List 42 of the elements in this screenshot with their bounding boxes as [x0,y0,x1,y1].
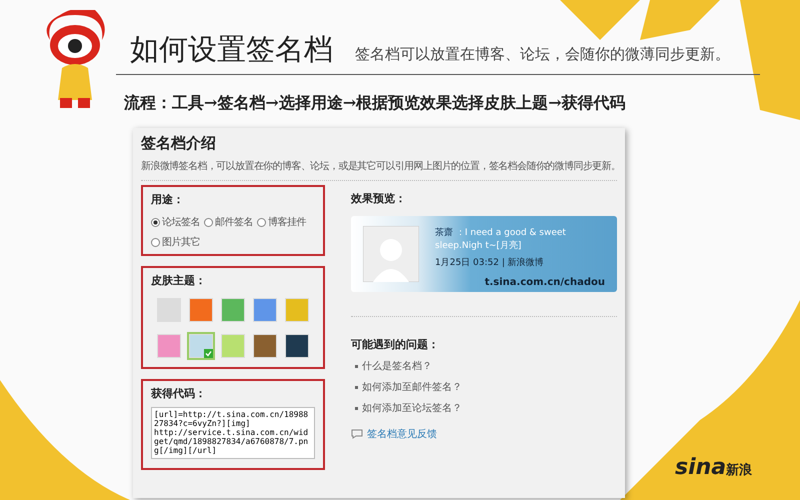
feedback-icon [351,429,363,439]
radio-option[interactable]: 论坛签名 [151,215,200,229]
radio-icon[interactable] [204,218,213,226]
skin-swatch[interactable] [285,298,309,322]
faq-item[interactable]: 什么是签名档？ [351,359,617,373]
radio-option[interactable]: 邮件签名 [204,215,253,229]
panel-heading: 签名档介绍 [141,134,217,153]
radio-option[interactable]: 图片其它 [151,235,200,249]
skin-swatch[interactable] [221,334,245,358]
bullet-icon [355,386,358,389]
radio-icon[interactable] [151,238,160,246]
preview-message: 茶齋 ：I need a good & sweet sleep.Nigh t~[月亮] [435,226,567,252]
intro-text: 新浪微博签名档，可以放置在你的博客、论坛，或是其它可以引用网上图片的位置，签名档会随你的微博同步更新。 [141,160,617,173]
bullet-icon [355,364,358,368]
slide-title: 如何设置签名档 [130,31,333,68]
skin-label: 皮肤主题： [151,273,207,288]
radio-icon[interactable] [257,218,266,226]
faq-label: 可能遇到的问题： [351,337,440,352]
skin-swatch[interactable] [189,334,213,358]
skin-swatch[interactable] [221,298,245,322]
radio-icon[interactable] [151,218,160,226]
flow-text: 流程：工具→签名档→选择用途→根据预览效果选择皮肤上题→获得代码 [124,93,627,114]
usage-label: 用途： [151,192,185,207]
radio-option[interactable]: 博客挂件 [257,215,306,229]
skin-swatch[interactable] [253,334,277,358]
faq-item[interactable]: 如何添加至论坛签名？ [351,401,617,415]
bullet-icon [355,406,358,410]
code-label: 获得代码： [151,386,207,401]
preview-url: t.sina.com.cn/chadou [484,277,605,288]
slide-subtitle: 签名档可以放置在博客、论坛，会随你的微薄同步更新。 [355,45,730,64]
check-icon [204,349,213,358]
preview-label: 效果预览： [351,191,407,206]
skin-swatch[interactable] [157,334,181,358]
avatar-silhouette-icon [363,226,419,282]
preview-time: 1月25日 03:52 | 新浪微博 [435,256,545,269]
skin-swatch[interactable] [285,334,309,358]
sina-logo: sina新浪 [675,455,752,480]
skin-swatch[interactable] [253,298,277,322]
faq-item[interactable]: 如何添加至邮件签名？ [351,380,617,394]
code-field[interactable]: [url]=http://t.sina.com.cn/1898827834?c=6vyZn?][img] http://service.t.sina.com.cn/widget/qmd/1898827834/a6760878/7.png[/img][/url] [151,407,315,459]
feedback-link[interactable]: 签名档意见反馈 [367,427,437,441]
skin-swatch[interactable] [189,298,213,322]
